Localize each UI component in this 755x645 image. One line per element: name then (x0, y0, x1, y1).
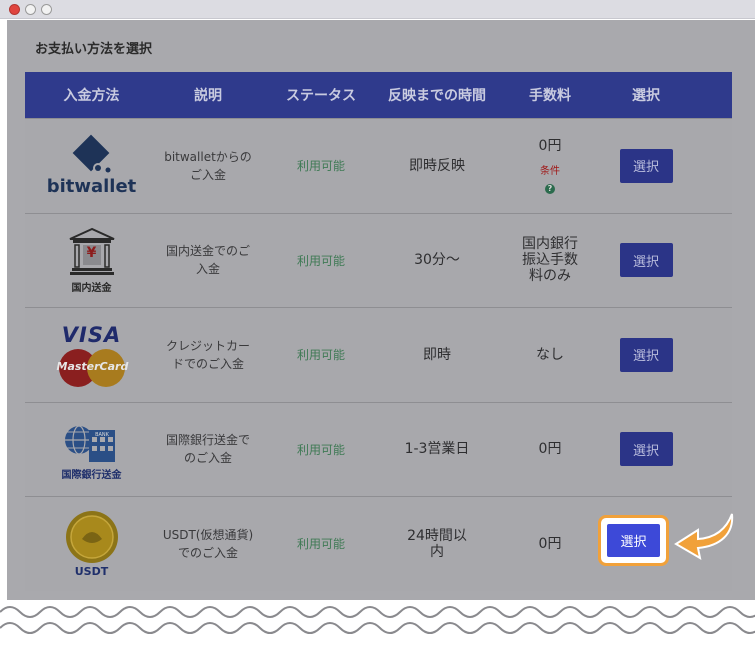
fee-cell: 0円 (490, 403, 610, 497)
close-window-button[interactable] (9, 4, 20, 15)
description-cell: 国内送金でのご 入金 (158, 214, 258, 308)
fee-cell: 0円 条件 ? (490, 119, 610, 213)
fee-cell: 0円 (490, 497, 610, 591)
column-header-select: 選択 (632, 88, 660, 104)
description-line: でのご入金 (177, 545, 238, 560)
description-line: USDT(仮想通貨) (162, 527, 254, 542)
bitwallet-logo: bitwallet (25, 119, 158, 213)
domestic-transfer-label: 国内送金 (71, 282, 112, 294)
fee-value: 0円 (538, 535, 562, 552)
description-cell: クレジットカー ドでのご入金 (158, 308, 258, 402)
bitwallet-wordmark: bitwallet (46, 176, 137, 198)
description-cell: bitwalletからの ご入金 (158, 119, 258, 213)
fee-value: なし (536, 346, 564, 363)
fee-cell: なし (490, 308, 610, 402)
bitwallet-icon (72, 134, 110, 174)
time-line: 24時間以 (407, 527, 467, 544)
reflection-time: 24時間以内 (384, 497, 490, 591)
pointer-arrow-icon (674, 513, 734, 560)
status-badge: 利用可能 (296, 537, 345, 552)
description-line: ご入金 (189, 167, 226, 182)
column-header-fee: 手数料 (529, 88, 571, 104)
page-title: お支払い方法を選択 (35, 42, 153, 57)
fee-value: 国内銀行 (522, 236, 578, 253)
torn-edge-divider (0, 600, 755, 645)
usdt-logo: USDT (25, 497, 158, 591)
description-line: bitwalletからの (164, 149, 252, 164)
fee-value: 料のみ (529, 268, 571, 285)
minimize-window-button[interactable] (25, 4, 36, 15)
column-header-description: 説明 (194, 88, 222, 104)
mastercard-logo: MasterCard (56, 347, 129, 387)
table-row-credit-card: VISA MasterCard クレジットカー ドでのご入金 利用可能 即時 な… (25, 307, 732, 402)
status-badge: 利用可能 (296, 253, 345, 268)
description-line: クレジットカー (165, 338, 250, 353)
select-cell: 選択 (610, 119, 682, 213)
status-badge: 利用可能 (296, 159, 345, 174)
select-cell: 選択 (610, 214, 682, 308)
description-cell: USDT(仮想通貨) でのご入金 (158, 497, 258, 591)
table-header: 入金方法 説明 ステータス 反映までの時間 手数料 選択 (25, 72, 732, 118)
fee-cell: 国内銀行 振込手数 料のみ (490, 214, 610, 308)
description-line: 国内送金でのご (165, 244, 250, 259)
fee-value: 振込手数 (522, 252, 578, 269)
browser-window: お支払い方法を選択 入金方法 説明 ステータス 反映までの時間 手数料 選択 b… (0, 0, 755, 645)
coin-icon (65, 511, 118, 564)
description-line: 国際銀行送金で (165, 433, 250, 448)
column-header-status: ステータス (286, 88, 356, 104)
international-transfer-label: 国際銀行送金 (61, 469, 122, 481)
globe-bank-icon: BANK (64, 425, 115, 462)
bank-sign-text: BANK (95, 432, 110, 438)
fee-value: 0円 (538, 137, 562, 154)
time-line: 内 (429, 543, 444, 560)
yen-glyph: ¥ (86, 244, 97, 261)
credit-card-logo: VISA MasterCard (25, 308, 158, 402)
payment-methods-table: 入金方法 説明 ステータス 反映までの時間 手数料 選択 bitwallet b… (25, 72, 732, 591)
zoom-window-button[interactable] (41, 4, 52, 15)
table-row-domestic-transfer: ¥ 国内送金 国内送金でのご 入金 利用可能 30分〜 国内銀行 振込手数 料のみ (25, 212, 732, 308)
select-button-credit-card[interactable]: 選択 (619, 337, 673, 372)
international-transfer-logo: BANK 国際銀行送金 (25, 403, 158, 497)
status-badge: 利用可能 (296, 442, 345, 457)
select-button-usdt[interactable]: 選択 (607, 524, 660, 557)
highlighted-select-frame: 選択 (598, 515, 669, 566)
description-line: 入金 (195, 262, 220, 277)
table-row-international-transfer: BANK 国際銀行送金 国際銀行送金でのご入金 利用可能 1-3営業日 0円 (25, 401, 732, 497)
column-header-method: 入金方法 (63, 88, 120, 104)
select-button-international-transfer[interactable]: 選択 (619, 432, 673, 467)
title-bar (0, 0, 755, 19)
description-line: のご入金 (183, 451, 232, 466)
table-row-bitwallet: bitwallet bitwalletからの ご入金 利用可能 即時反映 0円 条… (25, 118, 732, 213)
select-cell: 選択 (610, 308, 682, 402)
status-badge: 利用可能 (296, 348, 345, 363)
reflection-time: 即時 (423, 346, 451, 363)
fee-value: 0円 (538, 441, 562, 458)
select-button-bitwallet[interactable]: 選択 (619, 148, 673, 183)
reflection-time: 30分〜 (414, 252, 460, 269)
domestic-transfer-logo: ¥ 国内送金 (25, 214, 158, 308)
select-cell: 選択 (610, 403, 682, 497)
description-line: ドでのご入金 (171, 356, 244, 371)
usdt-label: USDT (74, 565, 109, 579)
reflection-time: 即時反映 (409, 157, 465, 174)
mastercard-wordmark: MasterCard (56, 359, 129, 373)
column-header-time: 反映までの時間 (388, 88, 486, 104)
fee-condition-link[interactable]: 条件 (540, 164, 560, 180)
description-cell: 国際銀行送金で のご入金 (158, 403, 258, 497)
visa-wordmark: VISA (61, 322, 122, 347)
help-icon[interactable]: ? (545, 183, 555, 194)
select-button-domestic-transfer[interactable]: 選択 (619, 243, 673, 278)
reflection-time: 1-3営業日 (404, 441, 470, 458)
